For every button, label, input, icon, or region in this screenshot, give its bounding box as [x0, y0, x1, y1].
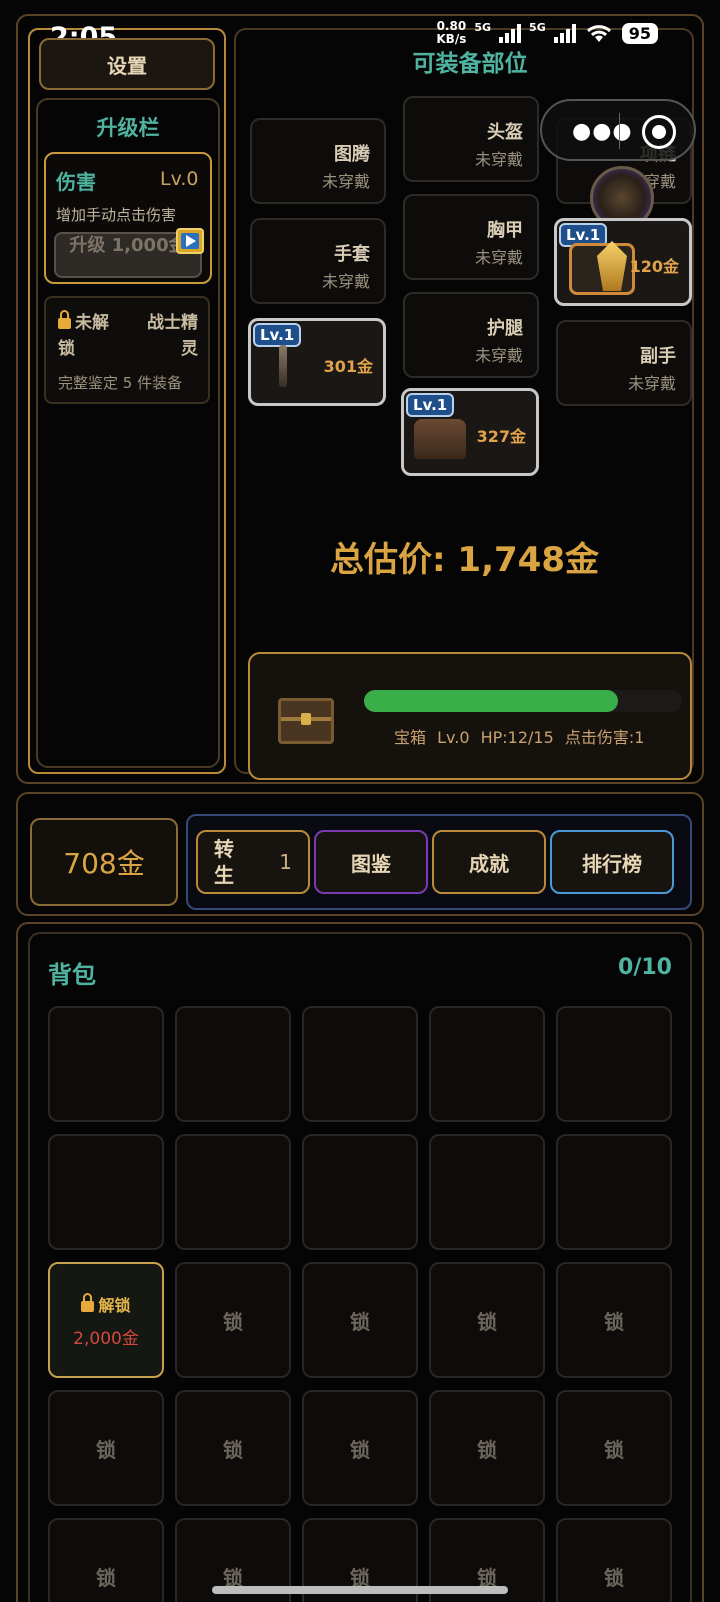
sig1-label: 5G: [474, 20, 492, 34]
slot-name: 护腿: [487, 318, 523, 339]
lock-icon: [58, 310, 71, 329]
slot-helmet[interactable]: 头盔 未穿戴: [403, 96, 539, 182]
dagger-icon: [279, 345, 287, 387]
item-price: 301金: [323, 357, 373, 376]
slot-offhand[interactable]: 副手 未穿戴: [556, 320, 692, 406]
wifi-icon: [586, 25, 611, 42]
bag-slot-empty[interactable]: [429, 1006, 545, 1122]
slot-state: 未穿戴: [321, 172, 370, 191]
slot-ring[interactable]: Lv.1 120金: [554, 218, 692, 306]
bag-slot-empty[interactable]: [556, 1006, 672, 1122]
capsule-divider: [619, 113, 620, 149]
bag-slot-locked[interactable]: 锁: [429, 1390, 545, 1506]
battery-icon: 95: [621, 22, 658, 44]
codex-button[interactable]: 图鉴: [314, 830, 428, 894]
signal-icon: [499, 23, 522, 43]
menu-button-group: 转生 1 图鉴 成就 排行榜: [186, 814, 692, 910]
chest-hp-fill: [364, 690, 619, 712]
slot-state: 未穿戴: [474, 248, 523, 267]
total-value: 总估价: 1,748金: [330, 540, 599, 580]
locked-label-b: 锁: [58, 339, 75, 359]
bag-slot-empty[interactable]: [175, 1006, 291, 1122]
locked-status: 未解锁: [58, 310, 109, 362]
bag-slot-locked[interactable]: 锁: [48, 1390, 164, 1506]
bag-slot-empty[interactable]: [429, 1134, 545, 1250]
slot-state: 未穿戴: [474, 150, 523, 169]
bag-slot-locked[interactable]: 锁: [48, 1518, 164, 1602]
achievements-button[interactable]: 成就: [432, 830, 546, 894]
level-badge: Lv.1: [253, 323, 302, 347]
slot-name: 头盔: [487, 122, 523, 143]
slot-state: 未穿戴: [474, 346, 523, 365]
rebirth-count: 1: [279, 850, 292, 874]
bag-slot-locked[interactable]: 锁: [556, 1518, 672, 1602]
level-badge: Lv.1: [406, 393, 455, 417]
slot-chest[interactable]: 胸甲 未穿戴: [403, 194, 539, 280]
slot-name: 手套: [334, 244, 370, 265]
bag-slot-locked[interactable]: 锁: [302, 1390, 418, 1506]
damage-label: 伤害: [56, 170, 96, 194]
chest-hp-bar: [364, 690, 682, 712]
locked-upgrade-card: 未解锁 战士精灵 完整鉴定 5 件装备: [44, 296, 210, 404]
bag-slot-empty[interactable]: [556, 1134, 672, 1250]
boots-icon: [414, 419, 466, 459]
slot-leggings[interactable]: 护腿 未穿戴: [403, 292, 539, 378]
gold-balance: 708金: [30, 818, 178, 906]
bag-slot-empty[interactable]: [48, 1134, 164, 1250]
bag-slot-locked[interactable]: 锁: [429, 1262, 545, 1378]
net-speed: 0.80 KB/s: [436, 20, 466, 46]
bag-slot-locked[interactable]: 锁: [175, 1390, 291, 1506]
sig2-label: 5G: [529, 20, 546, 34]
chest-info: 宝箱 Lv.0 HP:12/15 点击伤害:1: [394, 728, 645, 747]
video-ad-icon[interactable]: [176, 228, 204, 254]
bag-slot-locked[interactable]: 锁: [175, 1262, 291, 1378]
unlock-label: 解锁: [81, 1292, 131, 1316]
miniprogram-capsule: ●●●: [540, 99, 696, 161]
slot-totem[interactable]: 图腾 未穿戴: [250, 118, 386, 204]
leaderboard-button[interactable]: 排行榜: [550, 830, 674, 894]
slot-state: 未穿戴: [321, 272, 370, 291]
bag-unlock-slot[interactable]: 解锁 2,000金: [48, 1262, 164, 1378]
bag-title: 背包: [48, 961, 96, 989]
bag-slot-locked[interactable]: 锁: [556, 1262, 672, 1378]
bag-slot-locked[interactable]: 锁: [556, 1390, 672, 1506]
item-price: 120金: [629, 257, 679, 276]
upgrade-title: 升级栏: [96, 116, 160, 140]
slot-weapon[interactable]: Lv.1 301金: [248, 318, 386, 406]
warrior-spirit-text-b: 灵: [181, 339, 198, 359]
bag-slot-locked[interactable]: 锁: [302, 1262, 418, 1378]
bag-slot-empty[interactable]: [175, 1134, 291, 1250]
damage-desc: 增加手动点击伤害: [56, 206, 177, 224]
home-indicator[interactable]: [212, 1586, 508, 1594]
warrior-spirit-text: 战士精: [147, 313, 198, 333]
unlock-price: 2,000金: [73, 1328, 139, 1349]
bag-slot-empty[interactable]: [302, 1006, 418, 1122]
slot-boots[interactable]: Lv.1 327金: [401, 388, 539, 476]
treasure-chest-panel[interactable]: 宝箱 Lv.0 HP:12/15 点击伤害:1: [248, 652, 692, 780]
equip-title: 可装备部位: [412, 51, 528, 77]
warrior-spirit-label: 战士精灵: [147, 310, 198, 362]
bag-slot-empty[interactable]: [48, 1006, 164, 1122]
status-icons: 0.80 KB/s 5G 5G 95: [436, 20, 658, 46]
item-price: 327金: [476, 427, 526, 446]
damage-level: Lv.0: [160, 168, 199, 190]
slot-name: 图腾: [334, 144, 370, 165]
unlock-text: 解锁: [98, 1295, 131, 1315]
unlock-icon: [81, 1292, 95, 1312]
rebirth-label: 转生: [214, 837, 234, 887]
bag-count: 0/10: [618, 955, 672, 980]
locked-label: 未解: [75, 313, 109, 333]
bag-slot-empty[interactable]: [302, 1134, 418, 1250]
slot-name: 副手: [640, 346, 676, 367]
treasure-chest-icon[interactable]: [278, 698, 334, 744]
close-miniprogram-icon[interactable]: [642, 115, 676, 149]
slot-name: 胸甲: [487, 220, 523, 241]
settings-button[interactable]: 设置: [39, 38, 215, 90]
slot-gloves[interactable]: 手套 未穿戴: [250, 218, 386, 304]
rebirth-button[interactable]: 转生 1: [196, 830, 310, 894]
signal-icon-2: [553, 23, 576, 43]
more-icon[interactable]: ●●●: [572, 119, 633, 144]
slot-state: 未穿戴: [627, 374, 676, 393]
locked-desc: 完整鉴定 5 件装备: [58, 374, 183, 392]
